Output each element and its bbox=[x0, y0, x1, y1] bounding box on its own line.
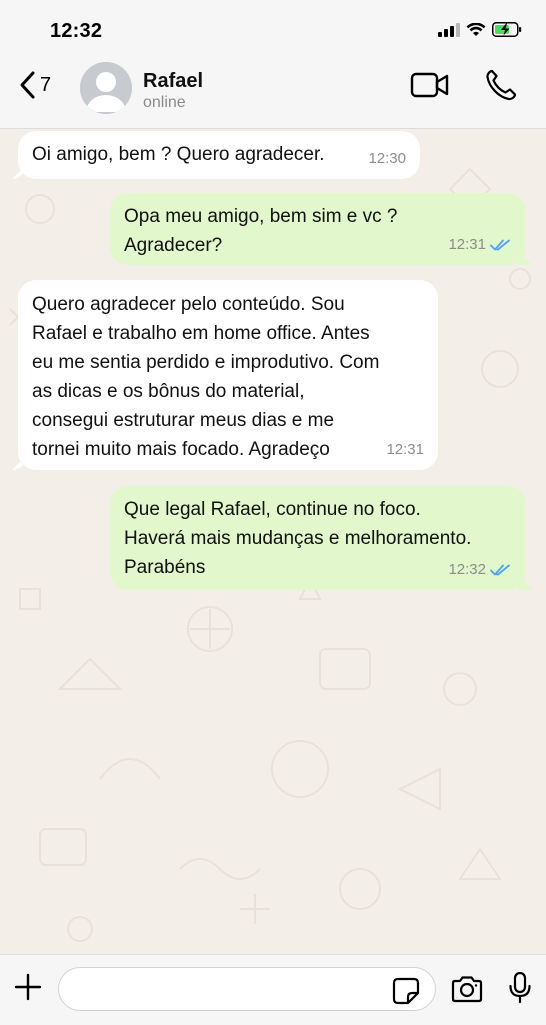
message-bubble-incoming[interactable]: Oi amigo, bem ? Quero agradecer. 12:30 bbox=[12, 131, 420, 179]
signal-icon bbox=[438, 22, 460, 37]
message-text: Quero agradecer pelo conteúdo. Sou Rafae… bbox=[32, 294, 380, 460]
message-bubble-incoming[interactable]: Quero agradecer pelo conteúdo. Sou Rafae… bbox=[12, 280, 438, 470]
contact-status: online bbox=[143, 94, 186, 111]
voice-call-button[interactable] bbox=[484, 68, 518, 107]
back-button[interactable]: 7 bbox=[18, 70, 51, 100]
chevron-left-icon bbox=[20, 71, 35, 99]
message-bubble-outgoing[interactable]: Opa meu amigo, bem sim e vc ? Agradecer?… bbox=[110, 193, 532, 265]
camera-button[interactable] bbox=[450, 975, 484, 1008]
message-time: 12:30 bbox=[368, 150, 406, 167]
chat-area[interactable]: Oi amigo, bem ? Quero agradecer. 12:30 O… bbox=[0, 129, 546, 954]
video-call-button[interactable] bbox=[410, 70, 450, 105]
status-time: 12:32 bbox=[50, 20, 103, 42]
attach-button[interactable] bbox=[14, 973, 42, 1006]
message-bubble-outgoing[interactable]: Que legal Rafael, continue no foco. Have… bbox=[110, 486, 532, 590]
message-meta: 12:31 bbox=[448, 230, 512, 259]
status-icons bbox=[438, 22, 522, 37]
double-check-read-icon bbox=[490, 239, 510, 250]
unread-count: 7 bbox=[40, 73, 52, 96]
message-time: 12:31 bbox=[386, 441, 424, 458]
phone-icon bbox=[486, 69, 517, 101]
voice-message-button[interactable] bbox=[508, 971, 532, 1010]
message-meta: 12:32 bbox=[448, 555, 512, 584]
message-composer bbox=[0, 954, 546, 1025]
wifi-icon bbox=[466, 22, 486, 36]
chat-header: 7 Rafael online bbox=[0, 58, 546, 129]
status-bar: 12:32 bbox=[0, 0, 546, 58]
message-text: Oi amigo, bem ? Quero agradecer. bbox=[32, 144, 325, 165]
message-time: 12:31 bbox=[448, 236, 486, 253]
camera-icon bbox=[451, 976, 483, 1003]
microphone-icon bbox=[509, 971, 531, 1004]
message-time: 12:32 bbox=[448, 561, 486, 578]
message-input[interactable] bbox=[58, 967, 436, 1011]
message-meta: 12:31 bbox=[386, 435, 424, 464]
battery-charging-icon bbox=[492, 22, 522, 37]
default-avatar-icon bbox=[80, 62, 132, 114]
avatar[interactable] bbox=[80, 62, 132, 114]
video-camera-icon bbox=[410, 72, 449, 98]
sticker-button[interactable] bbox=[392, 977, 420, 1010]
sticker-icon bbox=[392, 977, 420, 1005]
double-check-read-icon bbox=[490, 564, 510, 575]
plus-icon bbox=[14, 973, 42, 1001]
message-meta: 12:30 bbox=[368, 144, 406, 173]
contact-name[interactable]: Rafael bbox=[143, 70, 203, 93]
